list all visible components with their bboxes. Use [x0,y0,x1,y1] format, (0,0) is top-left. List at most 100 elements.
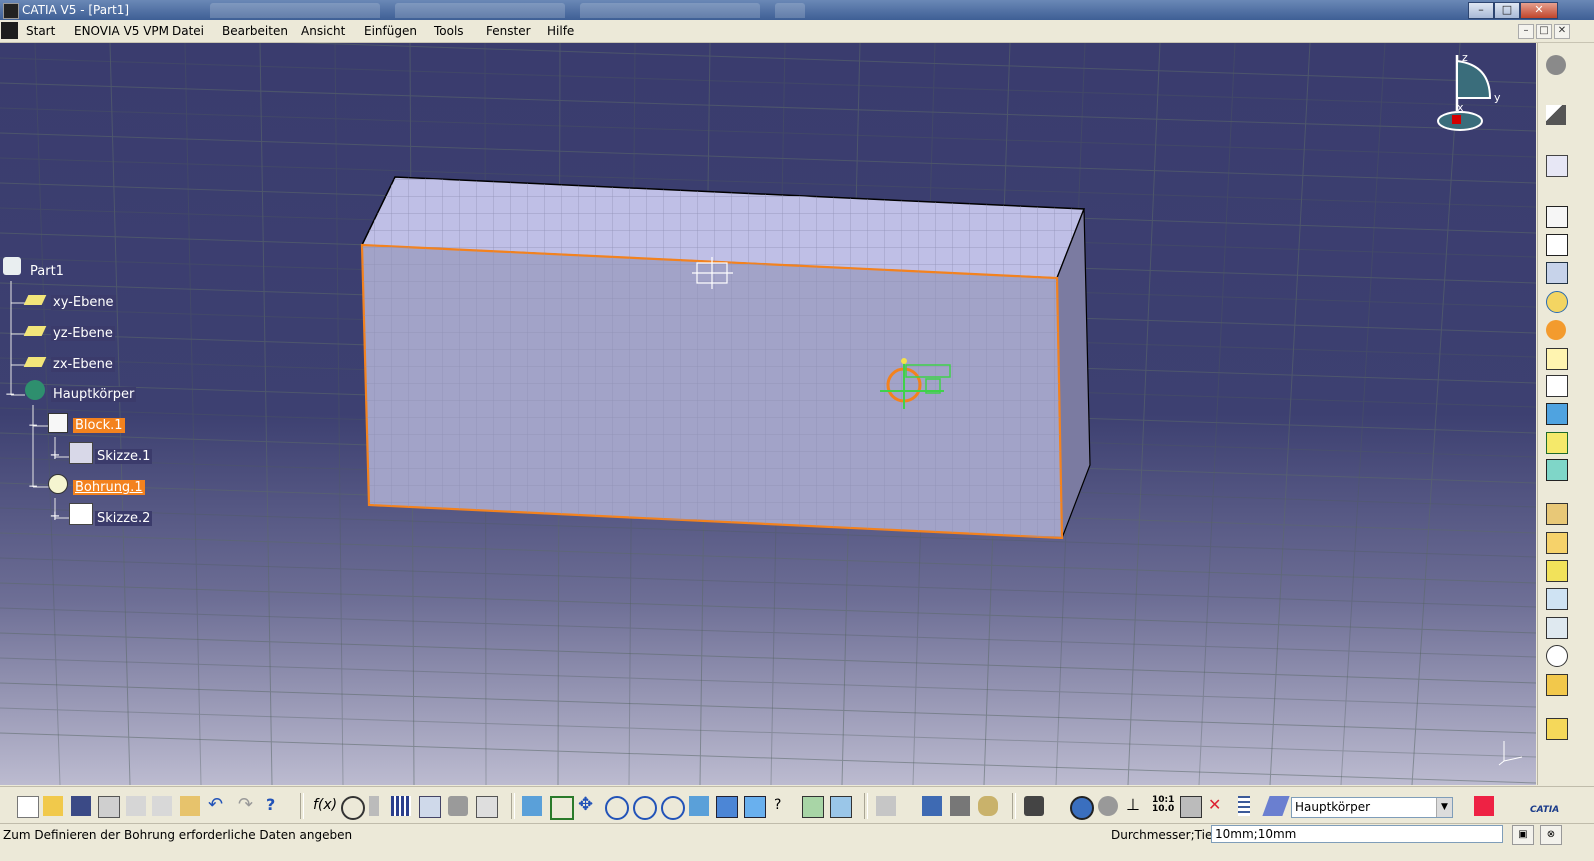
dialog-toggle-icon[interactable]: ▣ [1512,825,1534,845]
chevron-down-icon[interactable]: ▼ [1436,798,1452,817]
dimension-icon[interactable] [922,796,942,816]
collapse-icon[interactable]: − [3,387,17,401]
tree-zx-plane[interactable]: zx-Ebene [51,357,115,372]
pocket-tool-icon[interactable] [1546,234,1568,256]
menu-enovia[interactable]: ENOVIA V5 VPM [74,24,169,38]
measure-icon[interactable] [476,796,498,818]
menu-fenster[interactable]: Fenster [486,24,531,38]
rotate-icon[interactable] [605,796,629,820]
menu-tools[interactable]: Tools [434,24,464,38]
axis-icon[interactable]: ⊥ [1126,796,1146,816]
copy-icon[interactable] [152,796,172,816]
draft-tool-icon[interactable] [1546,560,1568,582]
help-icon[interactable]: ? [266,796,286,816]
catalog-icon[interactable] [419,796,441,818]
part-icon[interactable] [3,257,21,275]
doc-restore-button[interactable]: □ [1536,24,1552,39]
stiffener-tool-icon[interactable] [1546,403,1568,425]
pad-tool-icon[interactable] [1546,206,1568,228]
groove-tool-icon[interactable] [1546,291,1568,313]
knowledge-icon[interactable] [341,796,365,820]
gear-icon[interactable] [1546,55,1566,75]
update-icon[interactable] [876,796,896,816]
thickness-tool-icon[interactable] [1546,617,1568,639]
open-folder-icon[interactable] [43,796,63,816]
axis-system-icon[interactable] [978,796,998,816]
redo-icon[interactable]: ↷ [238,796,258,816]
shaft-tool-icon[interactable] [1546,262,1568,284]
close-button[interactable]: ✕ [1520,2,1558,19]
expand-icon[interactable]: + [48,510,62,524]
menu-einfuegen[interactable]: Einfügen [364,24,417,38]
formula-icon[interactable]: f(x) [313,796,337,816]
loft-tool-icon[interactable] [1546,432,1568,454]
light-icon[interactable] [369,796,379,816]
menu-start[interactable]: Start [26,24,55,38]
save-icon[interactable] [71,796,91,816]
camera-icon[interactable] [1024,796,1044,816]
tree-hole1[interactable]: Bohrung.1 [73,480,145,495]
constraint-icon[interactable] [950,796,970,816]
menu-hilfe[interactable]: Hilfe [547,24,574,38]
cut-icon[interactable] [126,796,146,816]
scale-icon[interactable]: 10:1 10.0 [1152,796,1174,816]
tree-block1[interactable]: Block.1 [73,418,125,433]
scene-canvas[interactable]: z y x [0,43,1536,785]
thread-tool-icon[interactable] [1546,645,1568,667]
tree-yz-plane[interactable]: yz-Ebene [51,326,115,341]
compass-widget[interactable] [1437,55,1492,131]
menu-ansicht[interactable]: Ansicht [301,24,345,38]
tree-main-body[interactable]: Hauptkörper [51,387,137,402]
filter-icon[interactable]: ✕ [1208,796,1228,816]
expand-icon[interactable]: + [48,449,62,463]
fit-all-icon[interactable] [550,796,574,820]
tree-part1[interactable]: Part1 [30,264,64,279]
collapse-icon[interactable]: − [26,418,40,432]
iso-view-icon[interactable] [744,796,766,818]
zoom-in-icon[interactable] [633,796,657,820]
remove-loft-tool-icon[interactable] [1546,459,1568,481]
transformation-tool-icon[interactable] [1546,718,1568,740]
hand-icon[interactable] [1098,796,1118,816]
hole-tool-icon[interactable] [1546,320,1566,340]
stop-icon[interactable]: ⊗ [1540,825,1562,845]
paste-icon[interactable] [180,796,200,816]
3d-viewport[interactable]: z y x Part1 xy-Ebene yz-Ebene zx-Ebene −… [0,43,1536,785]
layer-icon[interactable] [1180,796,1202,818]
maximize-button[interactable]: □ [1494,2,1520,19]
pan-icon[interactable]: ✥ [578,796,598,816]
multi-view-icon[interactable] [716,796,738,818]
pen-icon[interactable] [1474,796,1494,816]
shell-tool-icon[interactable] [1546,588,1568,610]
undo-icon[interactable]: ↶ [208,796,228,816]
swap-icon[interactable] [1070,796,1094,820]
rib-tool-icon[interactable] [1546,348,1568,370]
menu-bearbeiten[interactable]: Bearbeiten [222,24,288,38]
table-icon[interactable] [391,796,411,816]
body-selector-dropdown[interactable]: Hauptkörper ▼ [1291,797,1453,818]
edge-fillet-tool-icon[interactable] [1546,503,1568,525]
select-arrow-icon[interactable] [1546,105,1566,125]
minimize-button[interactable]: – [1468,2,1494,19]
zoom-out-icon[interactable] [661,796,685,820]
normal-view-icon[interactable] [689,796,709,816]
menu-datei[interactable]: Datei [172,24,204,38]
tree-sketch2[interactable]: Skizze.2 [95,511,153,526]
fly-mode-icon[interactable] [522,796,542,816]
tree-sketch1[interactable]: Skizze.1 [95,449,153,464]
swap-view-icon[interactable] [802,796,824,818]
catia-menu-icon[interactable] [1,22,18,39]
list-icon[interactable] [1238,796,1250,816]
render-style-icon[interactable] [830,796,852,818]
sketcher-icon[interactable] [1546,155,1568,177]
slot-tool-icon[interactable] [1546,375,1568,397]
collapse-icon[interactable]: − [26,479,40,493]
new-file-icon[interactable] [17,796,39,818]
parameter-input[interactable] [1211,825,1503,843]
chamfer-tool-icon[interactable] [1546,532,1568,554]
doc-minimize-button[interactable]: – [1518,24,1534,39]
tools-icon[interactable] [448,796,468,816]
hide-show-icon[interactable]: ? [774,796,794,816]
plane-select-icon[interactable] [1262,796,1290,816]
remove-face-tool-icon[interactable] [1546,674,1568,696]
